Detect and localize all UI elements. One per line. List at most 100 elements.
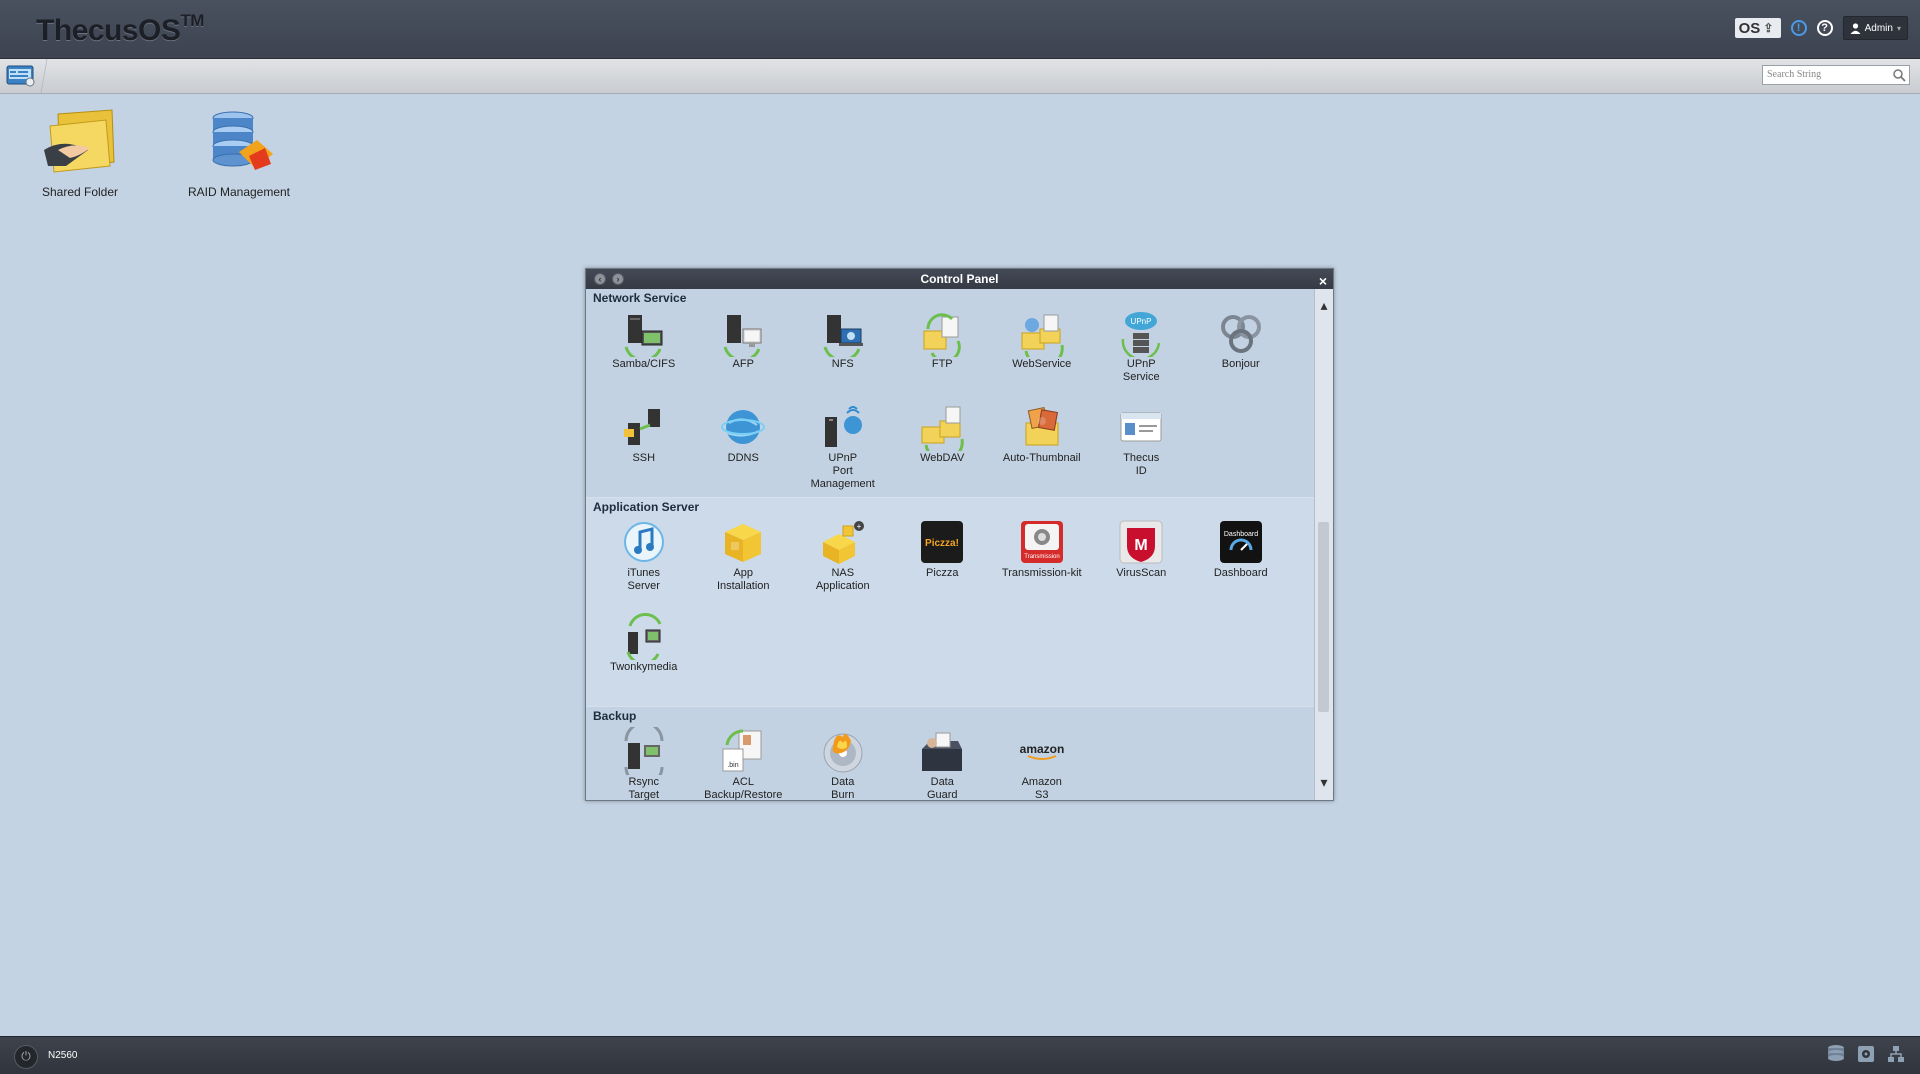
scroll-thumb[interactable] xyxy=(1318,522,1329,712)
webdav-icon xyxy=(921,406,964,451)
app-label: DDNS xyxy=(727,452,759,464)
app-rsync-target[interactable]: Rsync Target xyxy=(594,727,694,800)
upnp-port-icon xyxy=(824,406,862,447)
app-samba-cifs[interactable]: Samba/CIFS xyxy=(594,309,694,403)
close-icon[interactable]: × xyxy=(1319,271,1327,291)
info-icon[interactable]: ! xyxy=(1790,20,1807,36)
app-data-burn[interactable]: Data Burn xyxy=(793,727,893,800)
piczza-icon: Piczza! xyxy=(921,521,964,563)
ddns-icon xyxy=(721,410,766,444)
app-label: Dashboard xyxy=(1213,567,1268,579)
app-app-installation[interactable]: App Installation xyxy=(694,518,794,612)
app-upnp-port-management[interactable]: UPnP Port Management xyxy=(793,403,893,497)
shared-folder-icon xyxy=(44,109,115,173)
app-installation-icon xyxy=(725,524,762,562)
toolbar-separator xyxy=(40,59,48,93)
app-dashboard[interactable]: Dashboard Dashboard xyxy=(1191,518,1291,612)
logo-trademark: TM xyxy=(180,11,204,30)
scroll-down-icon[interactable]: ▾ xyxy=(1315,774,1333,792)
app-virusscan[interactable]: M VirusScan xyxy=(1092,518,1192,612)
app-label: NAS Application xyxy=(815,567,870,592)
app-label: UPnP Port Management xyxy=(810,452,875,490)
search-icon[interactable] xyxy=(1892,68,1906,82)
app-upnp-service[interactable]: UPnP UPnP Service xyxy=(1092,309,1192,403)
desktop-icon-raid-management[interactable]: RAID Management xyxy=(169,106,309,199)
svg-text:M: M xyxy=(1135,537,1148,554)
app-nas-application[interactable]: + NAS Application xyxy=(793,518,893,612)
search-placeholder: Search String xyxy=(1767,69,1822,80)
storage-icon[interactable] xyxy=(1826,1044,1846,1064)
disk-icon[interactable] xyxy=(1856,1044,1876,1064)
samba-icon xyxy=(624,315,663,357)
window-back-icon[interactable]: ‹ xyxy=(594,273,606,285)
app-webdav[interactable]: WebDAV xyxy=(893,403,993,497)
app-piczza[interactable]: Piczza! Piczza xyxy=(893,518,993,612)
search-input[interactable]: Search String xyxy=(1762,65,1910,85)
show-desktop-icon[interactable] xyxy=(6,63,36,87)
power-icon[interactable]: ⏻ xyxy=(14,1045,38,1069)
section-application-server: Application Server iTunes Server App Ins… xyxy=(586,497,1315,706)
app-label: Amazon S3 xyxy=(1021,776,1062,800)
app-ftp[interactable]: FTP xyxy=(893,309,993,403)
app-bonjour[interactable]: Bonjour xyxy=(1191,309,1291,403)
window-titlebar[interactable]: ‹ › Control Panel × xyxy=(586,269,1333,289)
app-label: AFP xyxy=(732,358,754,370)
top-tools: OS ⇪ ! ? Admin ▾ xyxy=(1734,16,1908,40)
afp-icon xyxy=(723,315,762,357)
user-icon xyxy=(1850,22,1861,34)
app-label: App Installation xyxy=(716,567,770,592)
dashboard-icon: Dashboard xyxy=(1219,521,1262,563)
user-menu-button[interactable]: Admin ▾ xyxy=(1842,16,1908,40)
svg-text:+: + xyxy=(856,522,861,531)
network-icon[interactable] xyxy=(1886,1044,1906,1064)
app-acl-backup-restore[interactable]: .bin ACL Backup/Restore xyxy=(694,727,794,800)
app-label: Twonkymedia xyxy=(610,661,678,673)
app-webservice[interactable]: WebService xyxy=(992,309,1092,403)
app-label: UPnP Service xyxy=(1122,358,1160,383)
svg-text:Dashboard: Dashboard xyxy=(1224,531,1258,538)
thecus-id-icon xyxy=(1120,412,1162,442)
svg-text:.bin: .bin xyxy=(728,762,739,769)
app-itunes-server[interactable]: iTunes Server xyxy=(594,518,694,612)
toolbar: Search String xyxy=(0,59,1920,94)
svg-text:Transmission: Transmission xyxy=(1024,554,1059,560)
app-amazon-s3[interactable]: amazon Amazon S3 xyxy=(992,727,1092,800)
user-label: Admin xyxy=(1864,22,1893,34)
desktop-icon-label: Shared Folder xyxy=(41,185,119,199)
top-header: ThecusOSTM OS ⇪ ! ? Admin ▾ xyxy=(0,0,1920,59)
help-icon[interactable]: ? xyxy=(1816,20,1833,36)
app-label: iTunes Server xyxy=(627,567,661,592)
data-burn-icon xyxy=(823,733,863,773)
app-twonkymedia[interactable]: Twonkymedia xyxy=(594,612,694,706)
window-forward-icon[interactable]: › xyxy=(612,273,624,285)
app-label: Samba/CIFS xyxy=(612,358,676,370)
app-data-guard[interactable]: Data Guard xyxy=(893,727,993,800)
app-ssh[interactable]: SSH xyxy=(594,403,694,497)
app-label: NFS xyxy=(831,358,854,370)
desktop-icon-shared-folder[interactable]: Shared Folder xyxy=(10,106,150,199)
rsync-icon xyxy=(624,727,664,775)
app-transmission-kit[interactable]: Transmission Transmission-kit xyxy=(992,518,1092,612)
scroll-up-icon[interactable]: ▴ xyxy=(1315,297,1333,315)
app-ddns[interactable]: DDNS xyxy=(694,403,794,497)
app-nfs[interactable]: NFS xyxy=(793,309,893,403)
arrow-up-icon: ⇪ xyxy=(1763,21,1774,35)
app-label: Bonjour xyxy=(1221,358,1260,370)
app-grid: Samba/CIFS AFP NFS FTP WebService UPnP U… xyxy=(586,309,1315,497)
window-scrollbar[interactable]: ▴ ▾ xyxy=(1314,289,1333,800)
thecus-logo: ThecusOSTM xyxy=(36,11,204,48)
app-label: ACL Backup/Restore xyxy=(704,776,783,800)
app-label: SSH xyxy=(632,452,656,464)
app-thecus-id[interactable]: Thecus ID xyxy=(1092,403,1192,497)
app-afp[interactable]: AFP xyxy=(694,309,794,403)
acl-backup-icon: .bin xyxy=(722,729,762,772)
amazon-s3-icon: amazon xyxy=(1019,742,1064,760)
app-auto-thumbnail[interactable]: Auto-Thumbnail xyxy=(992,403,1092,497)
section-title: Backup xyxy=(593,709,637,723)
bottom-taskbar: ⏻ N2560 xyxy=(0,1036,1920,1074)
nfs-icon xyxy=(823,315,863,357)
app-label: WebService xyxy=(1012,358,1072,370)
os-switch-button[interactable]: OS ⇪ xyxy=(1734,18,1781,38)
section-title: Application Server xyxy=(593,500,700,514)
webservice-icon xyxy=(1021,314,1064,357)
